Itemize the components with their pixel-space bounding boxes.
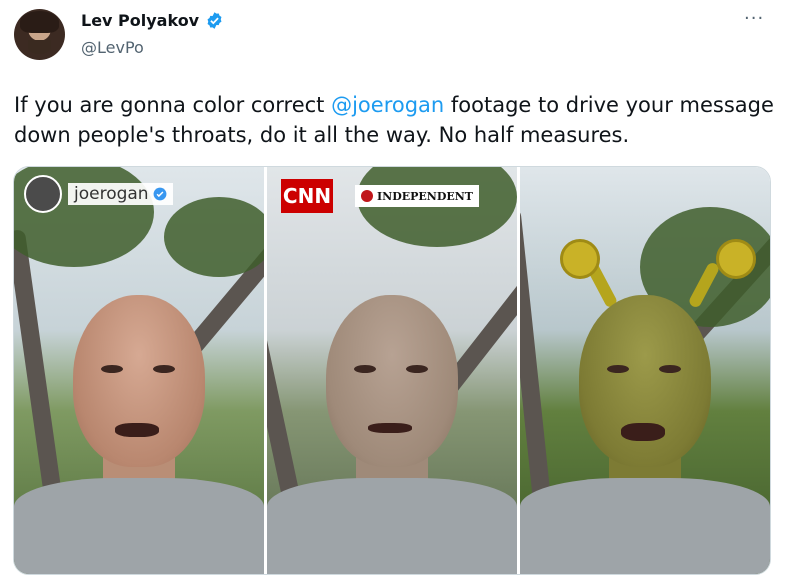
eye (101, 365, 123, 373)
more-options-icon[interactable]: ··· (744, 8, 764, 29)
verified-badge-icon (207, 12, 222, 29)
independent-logo: INDEPENDENT (355, 185, 479, 207)
author-handle[interactable]: @LevPo (81, 38, 144, 57)
person-shirt (520, 478, 770, 574)
eye (406, 365, 428, 373)
media-panel-shrek[interactable] (520, 167, 770, 574)
author-name-row[interactable]: Lev Polyakov (81, 11, 224, 30)
independent-label: INDEPENDENT (377, 189, 473, 203)
mention-link[interactable]: @joerogan (331, 93, 444, 117)
overlay-avatar (24, 175, 62, 213)
person-head (579, 295, 711, 467)
mouth (115, 423, 159, 437)
media-grid[interactable]: joerogan CNN INDEPENDENT (13, 166, 771, 575)
cnn-logo: CNN (281, 179, 333, 213)
foliage (164, 197, 264, 277)
mouth (621, 423, 665, 441)
instagram-overlay: joerogan (24, 175, 173, 213)
media-panel-news[interactable]: CNN INDEPENDENT (267, 167, 517, 574)
author-name[interactable]: Lev Polyakov (81, 11, 199, 30)
avatar-beard (28, 40, 51, 54)
avatar-hair (20, 11, 59, 33)
person-head (73, 295, 205, 467)
verified-badge-icon (153, 187, 167, 201)
eye (659, 365, 681, 373)
tweet-text-before: If you are gonna color correct (14, 93, 332, 117)
ogre-ear-tip (560, 239, 600, 279)
eagle-icon (361, 190, 373, 202)
author-avatar[interactable] (14, 9, 65, 60)
person-shirt (267, 478, 517, 574)
eye (153, 365, 175, 373)
eye (354, 365, 376, 373)
overlay-name: joerogan (68, 183, 173, 205)
eye (607, 365, 629, 373)
ogre-ear-tip (716, 239, 756, 279)
person-head (326, 295, 458, 467)
tweet-text: If you are gonna color correct @joerogan… (14, 90, 774, 150)
mouth (368, 423, 412, 433)
overlay-username: joerogan (74, 184, 149, 204)
media-panel-original[interactable]: joerogan (14, 167, 264, 574)
person-shirt (14, 478, 264, 574)
